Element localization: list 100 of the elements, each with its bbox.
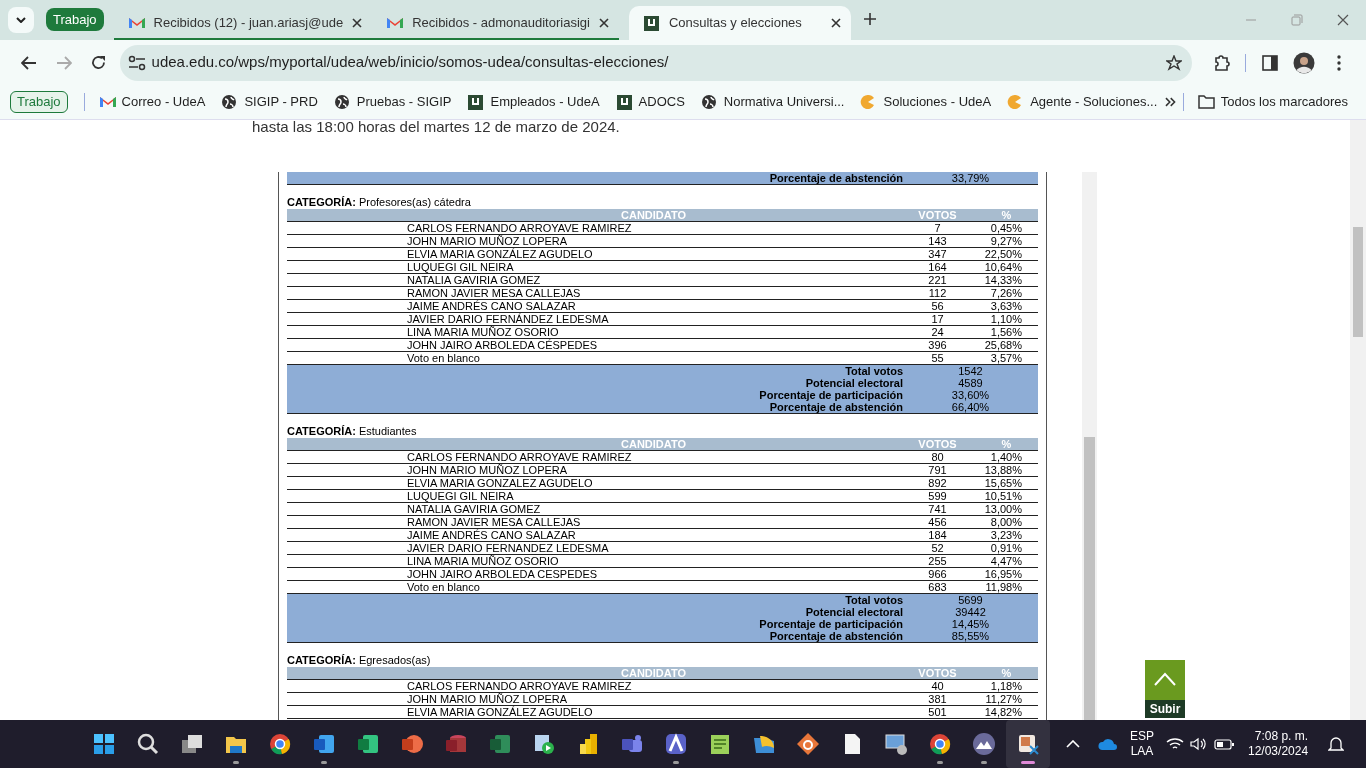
address-bar[interactable]: udea.edu.co/wps/myportal/udea/web/inicio/somos-udea/consultas-elecciones/ [119, 44, 1192, 81]
scrollbar[interactable] [1082, 172, 1097, 720]
table-cell-text: Voto en blanco [407, 581, 481, 593]
summary-value: 33,60% [950, 389, 991, 401]
bookmark-link[interactable]: Pruebas - SIGIP [356, 92, 452, 112]
table-cell-text: JOHN JAIRO ARBOLEDA CÉSPEDES [407, 339, 599, 351]
table-cell-text: 396 [927, 339, 948, 351]
table-cell-text: 7,26% [989, 287, 1023, 299]
clock[interactable]: 7:08 p. m. 12/03/2024 [1248, 729, 1309, 759]
bookmark-group-chip[interactable]: Trabajo [10, 91, 68, 113]
a-app-icon [664, 732, 688, 756]
table-cell-text: 3,23% [989, 529, 1023, 541]
close-icon[interactable] [1337, 14, 1349, 26]
category-title: CATEGORÍA: Egresados(as) [287, 654, 432, 667]
table-cell-text: 15,65% [983, 477, 1023, 489]
keyboard-language[interactable]: ESP LAA [1130, 729, 1154, 759]
bookmark-link[interactable]: ADOCS [638, 92, 685, 112]
table-cell-text: ELVIA MARIA GONZÁLEZ AGUDELO [407, 248, 594, 260]
table-cell-text: 3,63% [989, 300, 1023, 312]
bookmark-link[interactable]: Normativa Universi... [723, 92, 845, 112]
double-chevron-icon[interactable] [1165, 97, 1177, 107]
table-cell-text: LUQUEGI GIL NEIRA [407, 490, 515, 502]
bookmark-link[interactable]: SIGIP - PRD [244, 92, 318, 112]
tab-group-chip[interactable]: Trabajo [46, 7, 104, 31]
diamond-icon [796, 732, 820, 756]
avatar-icon[interactable] [1293, 51, 1316, 74]
browser-tab[interactable]: Recibidos (12) - juan.ariasj@ude [113, 6, 373, 40]
column-header: VOTOS [917, 438, 958, 450]
u-logo-icon [642, 14, 660, 32]
document-icon [312, 732, 336, 756]
close-icon[interactable] [352, 18, 363, 28]
table-cell-text: 1,56% [989, 326, 1023, 338]
table-cell-text: 112 [927, 287, 948, 299]
chrome-icon [268, 732, 292, 756]
table-cell-text: Voto en blanco [407, 352, 481, 364]
bookmark-link[interactable]: Empleados - UdeA [490, 92, 600, 112]
browser-tab[interactable]: Recibidos - admonauditoriasigi [372, 6, 619, 40]
column-header: % [1000, 667, 1013, 679]
close-icon[interactable] [598, 18, 609, 28]
table-cell-text: 164 [927, 261, 948, 273]
table-cell-text: LUQUEGI GIL NEIRA [407, 261, 515, 273]
summary-label: Total votos [844, 365, 903, 377]
table-cell-text: 22,50% [983, 248, 1023, 260]
taskbar-button[interactable] [1006, 720, 1050, 768]
volume-icon[interactable] [1190, 737, 1208, 751]
column-header: CANDIDATO [620, 667, 687, 679]
slides-icon [400, 732, 424, 756]
site-info-icon[interactable] [127, 54, 146, 71]
table-cell-text: 599 [927, 490, 948, 502]
table-cell-text: 3,57% [989, 352, 1023, 364]
puzzle-icon[interactable] [1213, 53, 1232, 72]
all-bookmarks-link[interactable]: Todos los marcadores [1220, 92, 1348, 112]
table-cell-text: JOHN MARIO MUÑOZ LOPERA [407, 693, 569, 705]
bell-icon[interactable] [1328, 736, 1345, 752]
table-cell-text: 9,27% [989, 235, 1023, 247]
wifi-icon[interactable] [1166, 737, 1184, 751]
browser-tab[interactable]: Consultas y elecciones [628, 6, 851, 40]
summary-label: Total votos [844, 594, 903, 606]
table-cell-text: JAIME ANDRÉS CANO SALAZAR [407, 300, 577, 312]
star-icon[interactable] [1165, 54, 1182, 71]
summary-value: 4589 [957, 377, 984, 389]
table-cell-text: 683 [927, 581, 948, 593]
table-cell-text: RAMON JAVIER MESA CALLEJAS [407, 287, 582, 299]
table-cell-text: 4,47% [989, 555, 1023, 567]
table-cell-text: 55 [930, 352, 945, 364]
back-icon[interactable] [21, 55, 38, 70]
summary-value: 39442 [954, 606, 987, 618]
table-cell-text: 11,27% [984, 693, 1023, 705]
column-header: % [1000, 209, 1013, 221]
plus-icon[interactable] [862, 11, 877, 26]
table-cell-text: CARLOS FERNANDO ARROYAVE RAMIREZ [407, 451, 633, 463]
table-cell-text: 8,00% [989, 516, 1023, 528]
chevron-up-icon[interactable] [1066, 740, 1080, 748]
column-header: CANDIDATO [620, 438, 687, 450]
table-cell-text: CARLOS FERNANDO ARROYAVE RAMIREZ [407, 680, 633, 692]
scrollbar[interactable] [1350, 120, 1366, 720]
u-logo-icon [467, 93, 485, 111]
battery-icon[interactable] [1214, 738, 1234, 750]
summary-label: Porcentaje de abstención [768, 401, 903, 413]
chevron-up-icon [1154, 672, 1176, 686]
reload-icon[interactable] [90, 55, 106, 70]
table-cell-text: JOHN JAIRO ARBOLEDA CESPEDES [407, 568, 599, 580]
more-menu-icon[interactable] [1336, 54, 1341, 71]
table-cell-text: 10,64% [983, 261, 1023, 273]
summary-label: Potencial electoral [804, 606, 903, 618]
bookmark-link[interactable]: Agente - Soluciones... [1030, 92, 1158, 112]
table-cell-text: JAVIER DARIO FERNÁNDEZ LEDESMA [407, 313, 610, 325]
table-cell-text: 80 [930, 451, 945, 463]
table-cell-text: LINA MARIA MUÑOZ OSORIO [407, 555, 560, 567]
close-icon[interactable] [830, 18, 841, 28]
scroll-top-button[interactable]: Subir [1145, 660, 1185, 718]
table-cell-text: 221 [927, 274, 948, 286]
side-panel-icon[interactable] [1261, 54, 1278, 71]
cloud-icon[interactable] [1098, 738, 1118, 750]
summary-label: Porcentaje de abstención [768, 172, 903, 184]
bookmark-link[interactable]: Correo - UdeA [121, 92, 206, 112]
table-cell-text: 56 [930, 300, 945, 312]
bookmark-link[interactable]: Soluciones - UdeA [883, 92, 992, 112]
tab-search-button[interactable] [8, 7, 34, 33]
category-title: CATEGORÍA: Profesores(as) cátedra [287, 196, 472, 209]
